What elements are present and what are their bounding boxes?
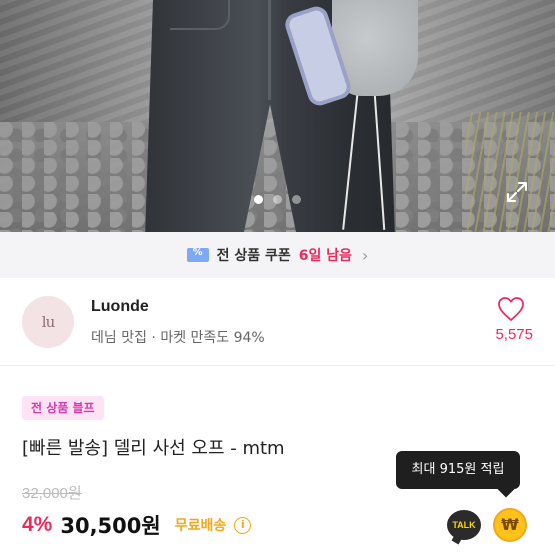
talk-chat-button[interactable]: TALK (447, 510, 481, 540)
original-price: 32,000원 (22, 485, 82, 502)
shop-info[interactable]: lu Luonde 데님 맛집 · 마켓 만족도 94% 5,575 (0, 278, 555, 366)
chevron-right-icon: › (362, 245, 369, 265)
product-image-carousel[interactable] (0, 0, 555, 232)
free-shipping-label: 무료배송 (174, 518, 227, 534)
carousel-dot-active[interactable] (254, 195, 263, 204)
like-count: 5,575 (495, 326, 533, 343)
product-title: [빠른 발송] 델리 사선 오프 - mtm (22, 438, 285, 459)
photo-jeans-seam (268, 0, 271, 100)
sale-price: 30,500원 (60, 514, 161, 538)
carousel-dot[interactable] (273, 195, 282, 204)
photo-plant (465, 112, 555, 232)
info-icon[interactable]: i (234, 516, 252, 534)
expand-icon[interactable] (505, 180, 529, 204)
shop-description: 데님 맛집 · 마켓 만족도 94% (91, 330, 265, 346)
shop-avatar[interactable]: lu (22, 296, 74, 348)
shop-name[interactable]: Luonde (91, 298, 149, 316)
price-row: 4% 30,500원 무료배송 i (22, 510, 252, 540)
discount-rate: 4% (22, 513, 53, 536)
points-coin-icon[interactable]: ₩ (493, 508, 527, 542)
coupon-remaining: 6일 남음 (298, 248, 352, 264)
coupon-banner[interactable]: 전 상품 쿠폰 6일 남음 › (0, 232, 555, 278)
carousel-indicator (0, 195, 555, 204)
photo-jeans-pocket (170, 0, 230, 30)
carousel-dot[interactable] (292, 195, 301, 204)
promo-badge: 전 상품 블프 (22, 396, 104, 420)
coupon-icon (186, 247, 209, 262)
coupon-label: 전 상품 쿠폰 (216, 248, 291, 264)
points-tooltip: 최대 915원 적립 (396, 451, 520, 489)
heart-icon[interactable] (497, 296, 525, 322)
